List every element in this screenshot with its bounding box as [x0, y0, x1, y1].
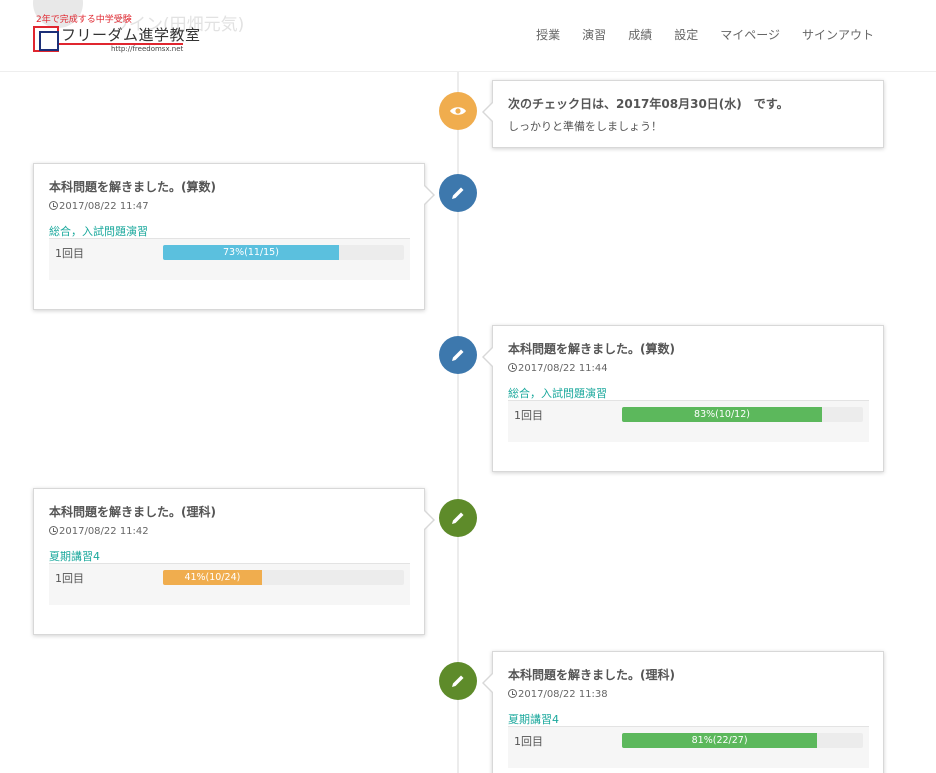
attempt-row: 1回目 81%(22/27) — [508, 726, 869, 768]
nav-mypage[interactable]: マイページ — [720, 26, 780, 43]
attempt-row: 1回目 73%(11/15) — [49, 238, 410, 280]
pencil-icon — [439, 662, 477, 700]
progress-fill: 73%(11/15) — [163, 245, 339, 260]
clock-icon — [49, 201, 58, 210]
progress-bar: 83%(10/12) — [622, 407, 863, 422]
progress-bar: 73%(11/15) — [163, 245, 404, 260]
eye-icon — [439, 92, 477, 130]
entry-time: 2017/08/22 11:42 — [49, 526, 149, 537]
notice-title: 次のチェック日は、2017年08月30日(水) です。 — [508, 97, 789, 111]
pencil-icon — [439, 499, 477, 537]
progress-fill: 41%(10/24) — [163, 570, 262, 585]
entry-category[interactable]: 総合，入試問題演習 — [49, 223, 148, 239]
progress-bar: 41%(10/24) — [163, 570, 404, 585]
progress-fill: 81%(22/27) — [622, 733, 818, 748]
attempt-label: 1回目 — [55, 247, 84, 260]
timeline-entry: 本科問題を解きました。(理科) 2017/08/22 11:38 夏期講習4 1… — [482, 651, 884, 773]
site-logo[interactable]: 2年で完成する中学受験 フリーダム進学教室 http://freedomsx.n… — [33, 12, 200, 54]
top-header: ライン(田畑元気) 2年で完成する中学受験 フリーダム進学教室 http://f… — [0, 0, 936, 72]
timeline-entry: 本科問題を解きました。(算数) 2017/08/22 11:44 総合，入試問題… — [482, 325, 884, 472]
entry-time: 2017/08/22 11:44 — [508, 363, 608, 374]
timeline-entry: 本科問題を解きました。(理科) 2017/08/22 11:42 夏期講習4 1… — [33, 488, 435, 635]
clock-icon — [508, 689, 517, 698]
entry-time: 2017/08/22 11:47 — [49, 201, 149, 212]
main-nav: 授業 演習 成績 設定 マイページ サインアウト — [514, 26, 874, 43]
logo-name: フリーダム進学教室 — [61, 26, 201, 44]
entry-time: 2017/08/22 11:38 — [508, 689, 608, 700]
attempt-label: 1回目 — [514, 735, 543, 748]
attempt-label: 1回目 — [55, 572, 84, 585]
entry-category[interactable]: 夏期講習4 — [508, 711, 559, 727]
entry-title: 本科問題を解きました。(算数) — [49, 180, 216, 194]
nav-grades[interactable]: 成績 — [628, 26, 652, 43]
progress-bar: 81%(22/27) — [622, 733, 863, 748]
nav-signout[interactable]: サインアウト — [802, 26, 874, 43]
pencil-icon — [439, 336, 477, 374]
entry-category[interactable]: 総合，入試問題演習 — [508, 385, 607, 401]
clock-icon — [49, 526, 58, 535]
attempt-row: 1回目 41%(10/24) — [49, 563, 410, 605]
logo-url: http://freedomsx.net — [111, 45, 184, 53]
nav-settings[interactable]: 設定 — [674, 26, 698, 43]
entry-title: 本科問題を解きました。(算数) — [508, 342, 675, 356]
progress-fill: 83%(10/12) — [622, 407, 823, 422]
logo-mark — [33, 26, 59, 52]
entry-title: 本科問題を解きました。(理科) — [508, 668, 675, 682]
attempt-row: 1回目 83%(10/12) — [508, 400, 869, 442]
nav-exercises[interactable]: 演習 — [582, 26, 606, 43]
attempt-label: 1回目 — [514, 409, 543, 422]
clock-icon — [508, 363, 517, 372]
notice-body: しっかりと準備をしましょう！ — [508, 120, 662, 133]
entry-title: 本科問題を解きました。(理科) — [49, 505, 216, 519]
next-check-notice: 次のチェック日は、2017年08月30日(水) です。 しっかりと準備をしましょ… — [482, 80, 884, 148]
pencil-icon — [439, 174, 477, 212]
timeline-entry: 本科問題を解きました。(算数) 2017/08/22 11:47 総合，入試問題… — [33, 163, 435, 310]
entry-category[interactable]: 夏期講習4 — [49, 548, 100, 564]
nav-lessons[interactable]: 授業 — [536, 26, 560, 43]
